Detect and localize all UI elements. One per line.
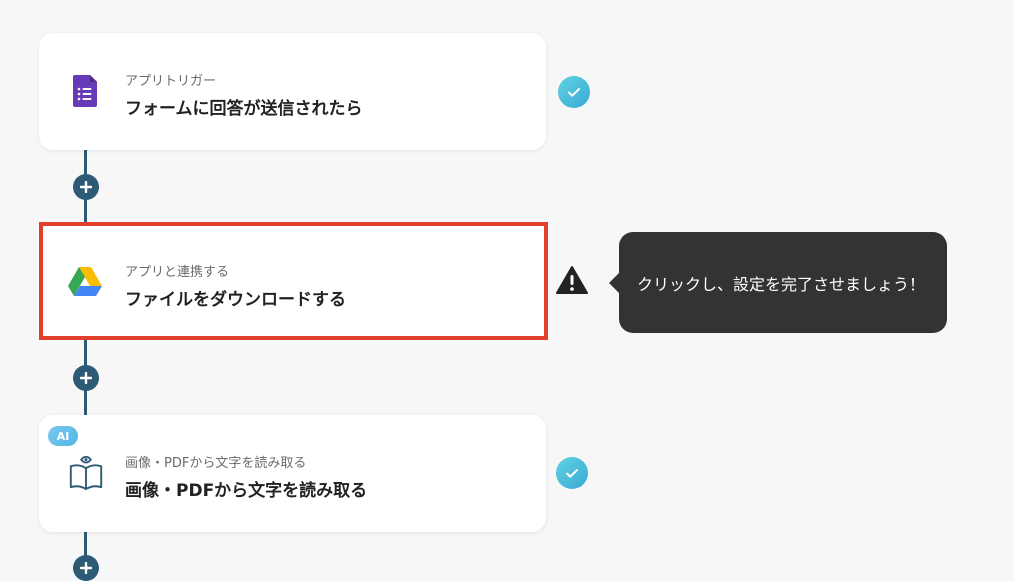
plus-icon <box>80 372 92 384</box>
check-complete-icon <box>556 457 588 489</box>
ocr-book-eye-icon <box>69 455 103 491</box>
tooltip-arrow <box>609 273 619 293</box>
tooltip-text: クリックし、設定を完了させましょう！ <box>637 274 926 294</box>
step-title: 画像・PDFから文字を読み取る <box>125 481 368 501</box>
hint-tooltip: クリックし、設定を完了させましょう！ <box>609 232 947 333</box>
flow-step-card-drive[interactable]: アプリと連携する ファイルをダウンロードする <box>43 226 544 336</box>
warning-icon <box>556 266 588 294</box>
add-step-button[interactable] <box>73 555 99 581</box>
step-title: フォームに回答が送信されたら <box>125 99 363 119</box>
flow-step-card-trigger[interactable]: アプリトリガー フォームに回答が送信されたら <box>39 33 546 150</box>
step-subtitle: アプリと連携する <box>125 265 230 280</box>
ai-badge: AI <box>48 426 78 446</box>
step-subtitle: アプリトリガー <box>125 74 217 89</box>
google-forms-icon <box>73 75 97 107</box>
check-complete-icon <box>558 76 590 108</box>
google-drive-icon <box>68 267 102 296</box>
plus-icon <box>80 181 92 193</box>
plus-icon <box>80 562 92 574</box>
add-step-button[interactable] <box>73 365 99 391</box>
step-subtitle: 画像・PDFから文字を読み取る <box>125 456 307 471</box>
step-title: ファイルをダウンロードする <box>125 290 346 310</box>
flow-step-card-ocr[interactable]: AI 画像・PDFから文字を読み取る 画像・PDFから文字を読み取る <box>39 415 546 532</box>
add-step-button[interactable] <box>73 174 99 200</box>
